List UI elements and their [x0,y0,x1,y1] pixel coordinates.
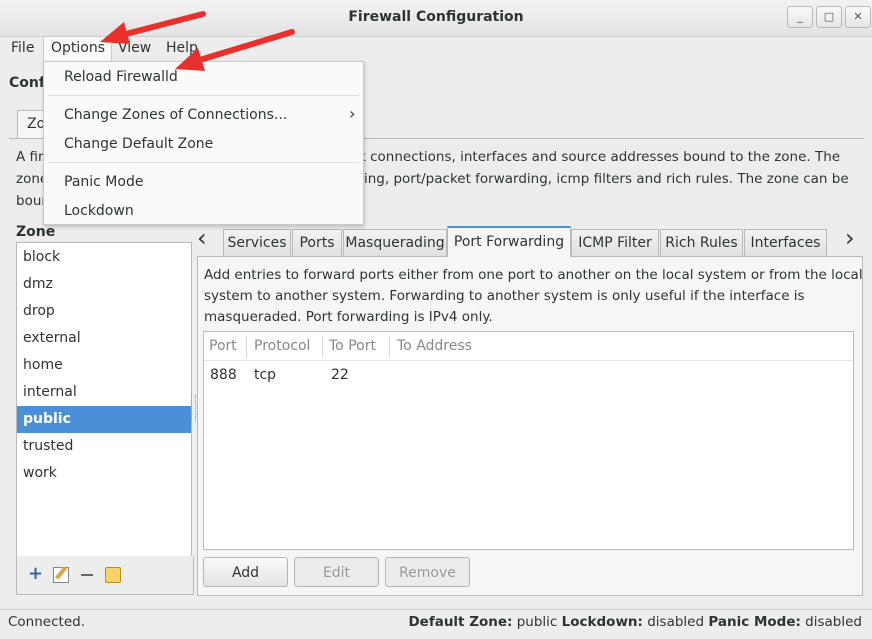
zone-item-work[interactable]: work [17,460,191,487]
forward-ports-table[interactable]: Port Protocol To Port To Address 888 tcp… [203,331,854,550]
tab-rich-rules[interactable]: Rich Rules [660,229,743,256]
lockdown-value: disabled [647,614,705,630]
annotation-arrow-options [100,11,206,44]
lockdown-label: Lockdown: [561,614,643,630]
add-zone-icon[interactable]: + [28,563,43,584]
edit-zone-icon[interactable] [53,566,69,583]
panic-mode-label: Panic Mode: [708,614,801,630]
pane-resize-handle[interactable] [191,395,196,421]
zone-item-drop[interactable]: drop [17,298,191,325]
tabs-scroll-left-icon[interactable]: ‹ [197,226,207,250]
tab-services[interactable]: Services [223,229,291,256]
cell-port: 888 [210,367,237,383]
column-divider [246,336,247,358]
panic-mode-value: disabled [805,614,862,630]
cell-protocol: tcp [254,367,277,383]
menu-item-panic-mode[interactable]: Panic Mode [64,174,143,190]
load-defaults-icon[interactable] [105,567,121,583]
zone-item-home[interactable]: home [17,352,191,379]
zone-heading: Zone [16,224,56,240]
zone-description-line1-left: A fir [16,149,44,165]
tab-masquerading[interactable]: Masquerading [343,229,447,256]
column-header-to-address[interactable]: To Address [397,338,472,354]
default-zone-value: public [516,614,558,630]
zone-description-line1-right: k connections, interfaces and source add… [358,149,841,165]
description-line: masqueraded. Port forwarding is IPv4 onl… [204,309,493,325]
menu-item-lockdown[interactable]: Lockdown [64,203,134,219]
annotation-arrows [100,11,295,71]
port-forwarding-description: Add entries to forward ports either from… [204,265,863,328]
default-zone-label: Default Zone: [408,614,513,630]
status-summary: Default Zone: public Lockdown: disabled … [408,614,862,630]
remove-zone-icon[interactable] [81,574,93,576]
zone-item-internal[interactable]: internal [17,379,191,406]
tabs-scroll-right-icon[interactable]: › [845,226,855,250]
column-divider [389,336,390,358]
active-tab-joiner [448,255,570,257]
column-header-to-port[interactable]: To Port [329,338,376,354]
tab-ports[interactable]: Ports [292,229,342,256]
remove-button[interactable]: Remove [385,557,470,587]
zone-item-external[interactable]: external [17,325,191,352]
annotation-arrow-reload [175,29,295,71]
tab-icmp-filter[interactable]: ICMP Filter [571,229,659,256]
zone-item-block[interactable]: block [17,244,191,271]
menu-separator [48,162,359,163]
cell-to-port: 22 [331,367,349,383]
column-header-port[interactable]: Port [209,338,237,354]
tab-port-forwarding[interactable]: Port Forwarding [447,226,571,256]
column-header-protocol[interactable]: Protocol [254,338,310,354]
connection-status: Connected. [8,614,85,630]
zone-item-public[interactable]: public [17,406,191,433]
edit-button[interactable]: Edit [294,557,379,587]
add-button[interactable]: Add [203,557,288,587]
description-line: Add entries to forward ports either from… [204,267,863,283]
column-divider [322,336,323,358]
zone-item-trusted[interactable]: trusted [17,433,191,460]
table-row[interactable]: 888 tcp 22 [204,361,853,387]
zone-list: block dmz drop external home internal pu… [16,242,192,557]
zone-description-line2-right: ing, port/packet forwarding, icmp filter… [364,171,849,187]
tab-interfaces[interactable]: Interfaces [744,229,827,256]
description-line: system to another system. Forwarding to … [204,288,805,304]
zone-item-dmz[interactable]: dmz [17,271,191,298]
